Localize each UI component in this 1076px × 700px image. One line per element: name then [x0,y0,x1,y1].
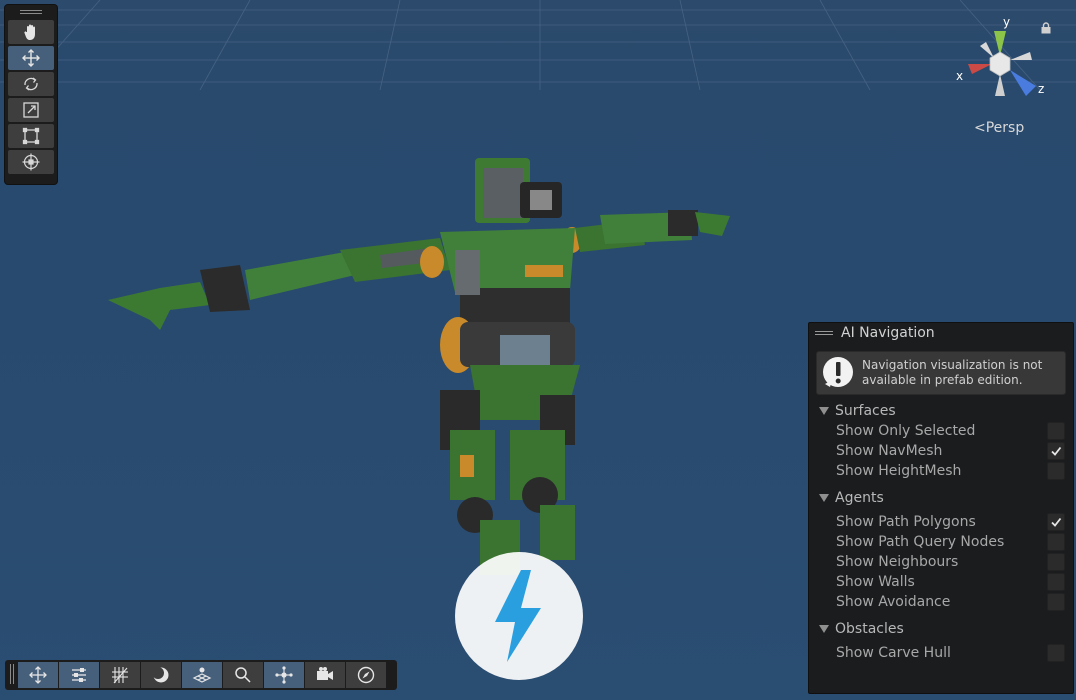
toggle-label: Show Neighbours [836,554,959,570]
loading-badge [455,552,583,680]
settings-overlay-button[interactable] [59,662,99,688]
toggle-row[interactable]: Show Only Selected [809,421,1073,441]
ai-navigation-panel: AI Navigation Navigation visualization i… [808,322,1074,694]
foldout-arrow-icon [819,407,829,415]
warning-message: Navigation visualization is not availabl… [862,358,1043,387]
toggle-row[interactable]: Show Path Query Nodes [809,532,1073,552]
scale-icon [23,102,39,118]
toggle-label: Show Path Query Nodes [836,534,1005,550]
compass-overlay-button[interactable] [346,662,386,688]
navmesh-overlay-button[interactable] [182,662,222,688]
warning-helpbox: Navigation visualization is not availabl… [816,351,1066,395]
toggle-label: Show NavMesh [836,443,943,459]
checkbox[interactable] [1047,553,1065,571]
hand-tool-button[interactable] [8,20,54,44]
section-obstacles[interactable]: Obstacles [809,619,1073,639]
checkmark-icon [1051,517,1062,527]
toggle-row[interactable]: Show Neighbours [809,552,1073,572]
grid-overlay-button[interactable] [100,662,140,688]
gizmo-x-label: x [956,69,963,83]
nodes-icon [275,666,293,684]
checkmark-icon [1051,446,1062,456]
search-icon [235,667,251,683]
toggle-label: Show HeightMesh [836,463,962,479]
checkbox[interactable] [1047,593,1065,611]
hand-icon [24,24,35,40]
gizmo-center-cube[interactable] [989,51,1011,77]
moon-icon [152,667,169,683]
move-icon [22,49,40,67]
projection-label: Persp [985,120,1025,136]
projection-toggle[interactable]: <Persp [974,120,1024,136]
toggle-label: Show Only Selected [836,423,976,439]
section-surfaces[interactable]: Surfaces [809,401,1073,421]
toggle-row[interactable]: Show Path Polygons [809,512,1073,532]
toggle-label: Show Carve Hull [836,645,951,661]
compass-icon [357,666,375,684]
sliders-icon [72,668,86,682]
toggle-label: Show Walls [836,574,915,590]
warning-icon [823,357,853,387]
camera-icon [317,667,333,680]
overlay-toolbar-grip[interactable] [7,664,17,686]
toggle-label: Show Path Polygons [836,514,976,530]
gizmo-neg-y-cone[interactable] [995,74,1005,96]
robot-model[interactable] [100,150,740,580]
lock-icon[interactable] [1040,22,1052,34]
tool-palette [5,5,57,184]
search-overlay-button[interactable] [223,662,263,688]
checkbox[interactable] [1047,573,1065,591]
move-icon [29,666,47,684]
move-overlay-button[interactable] [18,662,58,688]
section-title: Surfaces [835,403,896,419]
section-agents[interactable]: Agents [809,488,1073,508]
gizmo-z-label: z [1038,82,1044,96]
rotate-tool-button[interactable] [8,72,54,96]
robot-left-arm [108,238,450,330]
transform-tool-button[interactable] [8,150,54,174]
scale-tool-button[interactable] [8,98,54,122]
move-tool-button[interactable] [8,46,54,70]
toggle-label: Show Avoidance [836,594,951,610]
robot-head [475,158,562,223]
transform-icon [22,153,40,171]
toggle-row[interactable]: Show Carve Hull [809,643,1073,663]
toggle-row[interactable]: Show NavMesh [809,441,1073,461]
tool-palette-grip[interactable] [5,5,57,18]
robot-right-arm [562,210,730,253]
ai-navigation-header[interactable]: AI Navigation [809,323,1073,343]
grid-icon [112,667,128,684]
perspective-icon: < [974,120,986,136]
gizmo-z-cone[interactable] [1010,70,1036,96]
nodes-overlay-button[interactable] [264,662,304,688]
rotate-icon [24,77,38,91]
gizmo-neg-x-cone[interactable] [1010,52,1032,60]
overlay-toolbar [5,660,397,690]
toggle-row[interactable]: Show Avoidance [809,592,1073,612]
checkbox[interactable] [1047,422,1065,440]
checkbox[interactable] [1047,442,1065,460]
foldout-arrow-icon [819,625,829,633]
checkbox[interactable] [1047,513,1065,531]
gizmo-y-label: y [1003,15,1010,29]
gizmo-x-cone[interactable] [968,64,992,74]
panel-grip-icon[interactable] [815,331,833,335]
lighting-overlay-button[interactable] [141,662,181,688]
panel-title: AI Navigation [841,325,935,341]
checkbox[interactable] [1047,533,1065,551]
camera-overlay-button[interactable] [305,662,345,688]
gizmo-neg-z-cone[interactable] [980,42,994,58]
navmesh-icon [192,667,212,683]
orientation-gizmo[interactable]: y x z [950,14,1050,114]
checkbox[interactable] [1047,462,1065,480]
scene-grid [0,0,1076,91]
toggle-row[interactable]: Show HeightMesh [809,461,1073,481]
rect-tool-button[interactable] [8,124,54,148]
rect-icon [22,127,40,145]
toggle-row[interactable]: Show Walls [809,572,1073,592]
section-title: Agents [835,490,884,506]
checkbox[interactable] [1047,644,1065,662]
foldout-arrow-icon [819,494,829,502]
section-title: Obstacles [835,621,904,637]
